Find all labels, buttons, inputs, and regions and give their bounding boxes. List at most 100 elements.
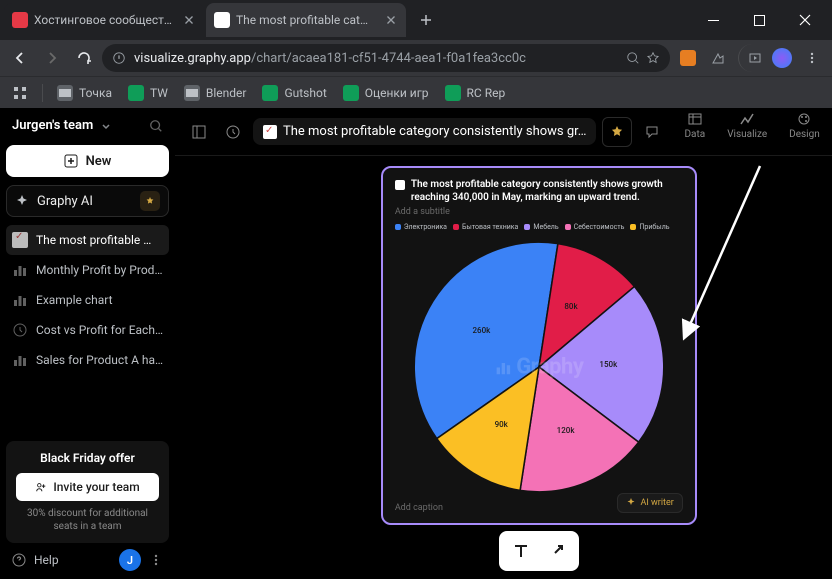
top-bar: The most profitable category consistentl…	[175, 108, 832, 156]
ai-writer-button[interactable]: AI writer	[617, 493, 682, 513]
top-tabs: Data Visualize Design Export	[680, 107, 832, 156]
sidebar-item[interactable]: Cost vs Profit for Each …	[6, 315, 169, 345]
bookmark-item[interactable]: Оценки игр	[337, 81, 435, 105]
media-button[interactable]	[738, 44, 766, 72]
extension-icons	[674, 44, 826, 72]
pie-slice-label: 120k	[557, 426, 575, 435]
bookmark-item[interactable]: RC Rep	[439, 81, 512, 105]
pie-slice-label: 80k	[564, 302, 577, 311]
tab-visualize[interactable]: Visualize	[723, 107, 771, 156]
promo-desc: 30% discount for additional seats in a t…	[16, 507, 159, 533]
url-text: visualize.graphy.app/chart/acaea181-cf51…	[134, 51, 526, 66]
help-icon[interactable]	[12, 553, 26, 567]
search-icon[interactable]	[626, 51, 640, 65]
legend-item[interactable]: Себестоимость	[565, 223, 625, 231]
canvas[interactable]: The most profitable category consistentl…	[175, 156, 832, 579]
doc-emoji-icon	[395, 180, 405, 190]
menu-button[interactable]	[798, 44, 826, 72]
floating-toolbar	[499, 531, 579, 571]
close-icon[interactable]	[384, 13, 398, 27]
tab-data[interactable]: Data	[680, 107, 709, 156]
plus-icon	[64, 154, 78, 168]
chart-icon	[12, 352, 28, 368]
pie-chart[interactable]: Graphy 260k 80k 150k 120k 90k	[409, 237, 669, 497]
legend-item[interactable]: Мебель	[524, 223, 558, 231]
legend-item[interactable]: Прибыль	[630, 223, 669, 231]
minimize-button[interactable]	[690, 4, 736, 36]
apps-button[interactable]	[6, 79, 34, 107]
browser-tab-2[interactable]: The most profitable catego	[206, 3, 406, 37]
bookmark-item[interactable]: Точка	[51, 81, 118, 105]
new-tab-button[interactable]	[412, 6, 440, 34]
chart-icon	[12, 262, 28, 278]
text-tool-button[interactable]	[503, 535, 539, 567]
new-button[interactable]: New	[6, 145, 169, 177]
tab-design[interactable]: Design	[785, 107, 824, 156]
reload-button[interactable]	[70, 44, 98, 72]
bookmarks-bar: Точка TW Blender Gutshot Оценки игр RC R…	[0, 76, 832, 108]
invite-team-button[interactable]: Invite your team	[16, 473, 159, 501]
profile-icon[interactable]	[768, 44, 796, 72]
expand-button[interactable]	[539, 535, 575, 567]
tab-title: Хостинговое сообщество «Tim	[34, 13, 172, 27]
sidebar-item[interactable]: ✓The most profitable …	[6, 225, 169, 255]
clock-icon	[12, 322, 28, 338]
avatar[interactable]: J	[119, 549, 141, 571]
favicon-icon	[214, 12, 230, 28]
chevron-down-icon	[101, 121, 111, 131]
sidebar-item[interactable]: Example chart	[6, 285, 169, 315]
search-icon[interactable]	[149, 119, 163, 133]
team-icon	[35, 481, 47, 493]
sidebar-item[interactable]: Sales for Product A hav…	[6, 345, 169, 375]
legend-item[interactable]: Бытовая техника	[453, 223, 518, 231]
extension-icon[interactable]	[674, 44, 702, 72]
doc-title[interactable]: The most profitable category consistentl…	[253, 118, 596, 145]
window-controls	[690, 4, 828, 36]
chart-icon	[12, 292, 28, 308]
pie-slice-label: 90k	[495, 420, 508, 429]
maximize-button[interactable]	[736, 4, 782, 36]
favicon-icon	[12, 12, 28, 28]
help-label[interactable]: Help	[34, 553, 59, 567]
browser-toolbar: visualize.graphy.app/chart/acaea181-cf51…	[0, 40, 832, 76]
forward-button[interactable]	[38, 44, 66, 72]
legend-item[interactable]: Электроника	[395, 223, 447, 231]
address-bar[interactable]: visualize.graphy.app/chart/acaea181-cf51…	[102, 44, 670, 72]
doc-emoji-icon	[263, 125, 277, 139]
chat-icon[interactable]	[638, 118, 666, 146]
sidebar-item[interactable]: Monthly Profit by Produ…	[6, 255, 169, 285]
back-button[interactable]	[6, 44, 34, 72]
sidebar-footer: Help J	[6, 543, 169, 573]
more-icon[interactable]	[149, 553, 163, 567]
chart-legend: Электроника Бытовая техника Мебель Себес…	[395, 223, 683, 231]
bookmark-item[interactable]: TW	[122, 81, 174, 105]
team-selector[interactable]: Jurgen's team	[6, 114, 169, 137]
history-icon[interactable]	[219, 118, 247, 146]
bookmark-item[interactable]: Gutshot	[256, 81, 332, 105]
pie-slice-label: 260k	[473, 326, 491, 335]
chart-card[interactable]: The most profitable category consistentl…	[381, 166, 697, 525]
close-window-button[interactable]	[782, 4, 828, 36]
sparkle-icon	[15, 194, 29, 208]
layout-icon[interactable]	[185, 118, 213, 146]
bookmark-item[interactable]: Blender	[178, 81, 253, 105]
browser-tab-1[interactable]: Хостинговое сообщество «Tim	[4, 3, 204, 37]
window-titlebar: Хостинговое сообщество «Tim The most pro…	[0, 0, 832, 40]
sparkle-icon	[626, 498, 636, 508]
close-icon[interactable]	[182, 13, 196, 27]
extension-icon[interactable]	[704, 44, 732, 72]
chart-title[interactable]: The most profitable category consistentl…	[395, 178, 683, 204]
watermark: Graphy	[494, 355, 583, 380]
bookmark-star-icon[interactable]	[646, 51, 660, 65]
tab-title: The most profitable catego	[236, 13, 374, 27]
favorite-button[interactable]	[602, 117, 632, 147]
main-area: The most profitable category consistentl…	[175, 108, 832, 579]
star-badge-icon	[140, 191, 160, 211]
chart-subtitle[interactable]: Add a subtitle	[395, 207, 683, 217]
promo-title: Black Friday offer	[16, 451, 159, 465]
site-info-icon	[112, 51, 126, 65]
pie-slice-label: 150k	[599, 360, 617, 369]
sidebar: Jurgen's team New Graphy AI ✓The most pr…	[0, 108, 175, 579]
graphy-ai-button[interactable]: Graphy AI	[6, 185, 169, 217]
promo-card: Black Friday offer Invite your team 30% …	[6, 441, 169, 543]
